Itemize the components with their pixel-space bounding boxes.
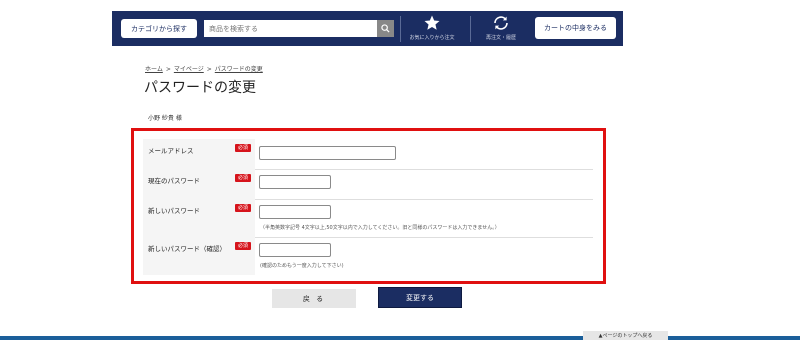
confirm-password-label: 新しいパスワード（確認） — [148, 245, 226, 253]
breadcrumb-separator: > — [206, 66, 212, 73]
view-cart-button[interactable]: カートの中身をみる — [535, 17, 616, 39]
search-icon — [381, 24, 390, 33]
current-password-field[interactable] — [259, 175, 331, 189]
back-button[interactable]: 戻 る — [272, 289, 356, 308]
email-label-cell: メールアドレス 必須 — [143, 139, 255, 169]
favorites-order-link[interactable]: お気に入りから注文 — [402, 14, 462, 44]
search-button[interactable] — [377, 20, 394, 37]
email-row: メールアドレス 必須 — [143, 139, 593, 170]
header-divider — [400, 16, 401, 42]
required-badge: 必須 — [235, 174, 251, 182]
search-box — [204, 20, 378, 37]
user-name: 小野 紗貴 様 — [148, 115, 182, 122]
confirm-password-field[interactable] — [259, 243, 331, 257]
breadcrumb-separator: > — [165, 66, 171, 73]
email-label: メールアドレス — [148, 147, 194, 155]
site-header: カテゴリから探す お気に入りから注文 再注文・履歴 カートの中身をみる — [112, 11, 623, 46]
current-password-label: 現在のパスワード — [148, 177, 200, 185]
required-badge: 必須 — [235, 144, 251, 152]
new-password-label-cell: 新しいパスワード 必須 — [143, 199, 255, 237]
category-search-button[interactable]: カテゴリから探す — [121, 19, 197, 38]
reorder-history-link[interactable]: 再注文・履歴 — [471, 14, 531, 44]
new-password-hint: （半角英数字記号 4文字以上,50文字以内で入力してください。旧と同様のパスワー… — [260, 225, 500, 231]
breadcrumb-home[interactable]: ホーム — [145, 66, 163, 73]
page-top-button[interactable]: ▲ページのトップへ戻る — [583, 331, 668, 340]
current-password-label-cell: 現在のパスワード 必須 — [143, 169, 255, 199]
breadcrumb-mypage[interactable]: マイページ — [174, 66, 204, 73]
new-password-label: 新しいパスワード — [148, 207, 200, 215]
reorder-history-label: 再注文・履歴 — [485, 35, 516, 41]
required-badge: 必須 — [235, 242, 251, 250]
confirm-password-row: 新しいパスワード（確認） 必須 (確認のためもう一度入力して下さい) — [143, 237, 593, 275]
breadcrumb-current[interactable]: パスワードの変更 — [215, 66, 263, 73]
confirm-password-hint: (確認のためもう一度入力して下さい) — [260, 263, 344, 269]
new-password-field[interactable] — [259, 205, 331, 219]
favorites-order-label: お気に入りから注文 — [409, 35, 455, 41]
new-password-row: 新しいパスワード 必須 （半角英数字記号 4文字以上,50文字以内で入力してくだ… — [143, 199, 593, 238]
confirm-password-label-cell: 新しいパスワード（確認） 必須 — [143, 237, 255, 275]
change-password-button[interactable]: 変更する — [378, 287, 462, 308]
current-password-row: 現在のパスワード 必須 — [143, 169, 593, 200]
breadcrumb: ホーム > マイページ > パスワードの変更 — [145, 64, 263, 73]
required-badge: 必須 — [235, 204, 251, 212]
footer-bar — [0, 336, 800, 340]
search-input[interactable] — [204, 20, 378, 37]
refresh-icon — [494, 16, 508, 30]
star-icon — [424, 15, 440, 30]
page-title: パスワードの変更 — [144, 80, 256, 96]
email-field[interactable] — [259, 146, 396, 160]
